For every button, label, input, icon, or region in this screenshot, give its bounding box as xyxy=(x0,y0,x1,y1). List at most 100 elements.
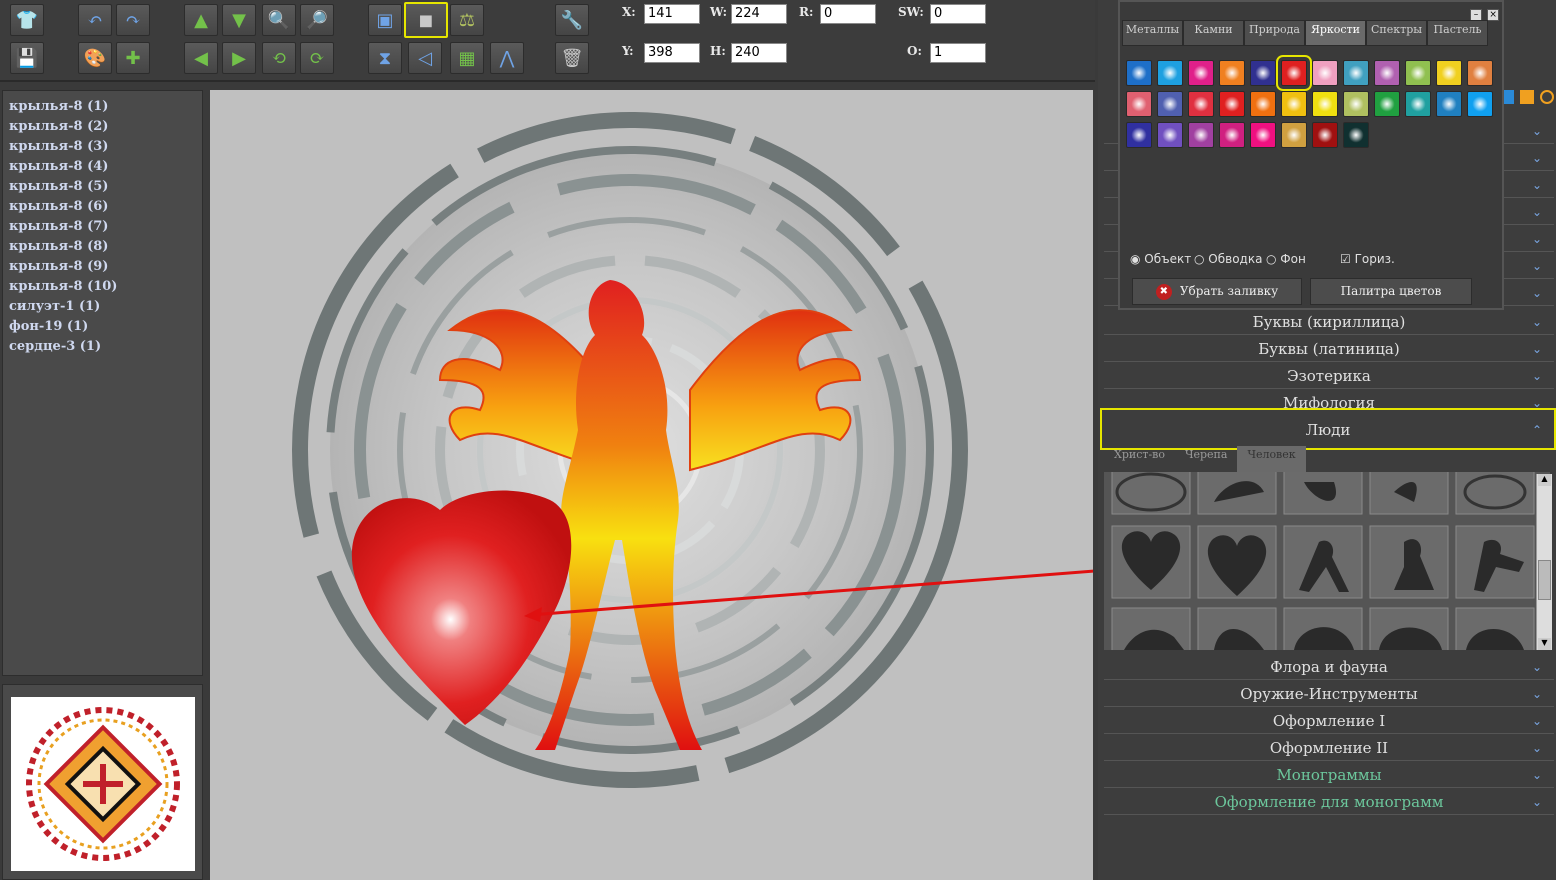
color-swatch[interactable] xyxy=(1219,60,1245,86)
align-icon[interactable]: ⚖ xyxy=(450,4,484,36)
color-swatch[interactable] xyxy=(1281,122,1307,148)
subtab[interactable]: Черепа xyxy=(1175,446,1237,472)
radio-stroke[interactable]: ○ Обводка xyxy=(1194,252,1262,266)
social-icon-2[interactable] xyxy=(1520,90,1534,104)
layer-item[interactable]: крылья-8 (6) xyxy=(3,197,202,217)
color-swatch[interactable] xyxy=(1436,91,1462,117)
palette-icon[interactable]: 🎨 xyxy=(78,42,112,74)
layer-item[interactable]: крылья-8 (9) xyxy=(3,257,202,277)
layer-item[interactable]: крылья-8 (2) xyxy=(3,117,202,137)
category-row[interactable]: Флора и фауна ⌄ xyxy=(1104,654,1554,680)
color-swatch[interactable] xyxy=(1188,91,1214,117)
palette-tab[interactable]: Металлы xyxy=(1122,20,1183,46)
layer-item[interactable]: крылья-8 (3) xyxy=(3,137,202,157)
rotate-right-icon[interactable]: ⟳ xyxy=(300,42,334,74)
color-swatch[interactable] xyxy=(1126,60,1152,86)
layer-item[interactable]: сердце-3 (1) xyxy=(3,337,202,357)
w-field[interactable]: 224 xyxy=(731,4,787,24)
color-swatch[interactable] xyxy=(1343,60,1369,86)
perspective-icon[interactable]: ⋀ xyxy=(490,42,524,74)
color-swatch[interactable] xyxy=(1467,60,1493,86)
radio-object[interactable]: ◉ Объект xyxy=(1130,252,1191,266)
subtab[interactable]: Человек xyxy=(1237,446,1306,472)
trash-icon[interactable]: 🗑 xyxy=(555,42,589,74)
layer-item[interactable]: крылья-8 (4) xyxy=(3,157,202,177)
paint-add-icon[interactable]: ✚ xyxy=(116,42,150,74)
h-field[interactable]: 240 xyxy=(731,43,787,63)
gallery-scrollbar[interactable]: ▲ ▼ xyxy=(1536,474,1552,650)
tshirt-icon[interactable]: 👕 xyxy=(10,4,44,36)
color-swatch[interactable] xyxy=(1157,91,1183,117)
move-up-icon[interactable]: ▲ xyxy=(184,4,218,36)
color-swatch[interactable] xyxy=(1250,122,1276,148)
color-swatch[interactable] xyxy=(1405,91,1431,117)
color-swatch[interactable] xyxy=(1126,122,1152,148)
palette-tab[interactable]: Природа xyxy=(1244,20,1305,46)
layer-item[interactable]: крылья-8 (8) xyxy=(3,237,202,257)
palette-tab[interactable]: Пастель xyxy=(1427,20,1488,46)
color-swatch[interactable] xyxy=(1312,122,1338,148)
color-swatch[interactable] xyxy=(1157,60,1183,86)
remove-fill-button[interactable]: ✖ Убрать заливку xyxy=(1132,278,1302,305)
color-swatch[interactable] xyxy=(1312,91,1338,117)
color-swatch[interactable] xyxy=(1374,60,1400,86)
layer-item[interactable]: крылья-8 (1) xyxy=(3,97,202,117)
flip-horizontal-icon[interactable]: ◁ xyxy=(408,42,442,74)
send-back-icon[interactable]: ◼ xyxy=(404,2,448,38)
social-icon-3[interactable] xyxy=(1540,90,1554,104)
zoom-out-icon[interactable]: 🔎 xyxy=(300,4,334,36)
move-down-icon[interactable]: ▼ xyxy=(222,4,256,36)
color-swatch[interactable] xyxy=(1188,60,1214,86)
layer-item[interactable]: крылья-8 (10) xyxy=(3,277,202,297)
layer-item[interactable]: крылья-8 (5) xyxy=(3,177,202,197)
category-row[interactable]: Оформление I ⌄ xyxy=(1104,708,1554,734)
x-field[interactable]: 141 xyxy=(644,4,700,24)
category-row[interactable]: Оформление для монограмм ⌄ xyxy=(1104,789,1554,815)
o-field[interactable]: 1 xyxy=(930,43,986,63)
layer-item[interactable]: крылья-8 (7) xyxy=(3,217,202,237)
color-swatch[interactable] xyxy=(1343,122,1369,148)
color-swatch[interactable] xyxy=(1436,60,1462,86)
category-people[interactable]: Люди ⌃ xyxy=(1100,408,1556,450)
category-row[interactable]: Оружие-Инструменты ⌄ xyxy=(1104,681,1554,707)
close-icon[interactable]: × xyxy=(1487,9,1500,21)
subtab[interactable]: Христ-во xyxy=(1104,446,1175,472)
color-swatch[interactable] xyxy=(1276,55,1312,91)
move-right-icon[interactable]: ▶ xyxy=(222,42,256,74)
checkbox-horiz[interactable]: ☑ Гориз. xyxy=(1340,252,1395,266)
color-swatch[interactable] xyxy=(1374,91,1400,117)
scroll-up-icon[interactable]: ▲ xyxy=(1538,474,1551,486)
color-swatch[interactable] xyxy=(1343,91,1369,117)
color-swatch[interactable] xyxy=(1405,60,1431,86)
color-swatch[interactable] xyxy=(1219,91,1245,117)
category-row[interactable]: Буквы (латиница) ⌄ xyxy=(1104,336,1554,362)
r-field[interactable]: 0 xyxy=(820,4,876,24)
move-left-icon[interactable]: ◀ xyxy=(184,42,218,74)
color-swatch[interactable] xyxy=(1250,91,1276,117)
layer-item[interactable]: силуэт-1 (1) xyxy=(3,297,202,317)
category-row[interactable]: Эзотерика ⌄ xyxy=(1104,363,1554,389)
category-row[interactable]: Буквы (кириллица) ⌄ xyxy=(1104,309,1554,335)
palette-tab[interactable]: Спектры xyxy=(1366,20,1427,46)
zoom-in-icon[interactable]: 🔍 xyxy=(262,4,296,36)
sw-field[interactable]: 0 xyxy=(930,4,986,24)
rotate-left-icon[interactable]: ⟲ xyxy=(262,42,296,74)
flip-vertical-icon[interactable]: ⧗ xyxy=(368,42,402,74)
color-palette-button[interactable]: Палитра цветов xyxy=(1310,278,1472,305)
save-icon[interactable]: 💾 xyxy=(10,42,44,74)
design-canvas[interactable] xyxy=(210,90,1093,880)
tools-icon[interactable]: 🔧 xyxy=(555,4,589,36)
undo-icon[interactable]: ↶ xyxy=(78,4,112,36)
palette-tab[interactable]: Камни xyxy=(1183,20,1244,46)
category-row[interactable]: Оформление II ⌄ xyxy=(1104,735,1554,761)
color-swatch[interactable] xyxy=(1281,91,1307,117)
scroll-down-icon[interactable]: ▼ xyxy=(1538,638,1551,650)
bring-front-icon[interactable]: ▣ xyxy=(368,4,402,36)
color-swatch[interactable] xyxy=(1188,122,1214,148)
color-swatch[interactable] xyxy=(1219,122,1245,148)
color-swatch[interactable] xyxy=(1126,91,1152,117)
y-field[interactable]: 398 xyxy=(644,43,700,63)
redo-icon[interactable]: ↷ xyxy=(116,4,150,36)
color-swatch[interactable] xyxy=(1157,122,1183,148)
radio-bg[interactable]: ○ Фон xyxy=(1266,252,1306,266)
